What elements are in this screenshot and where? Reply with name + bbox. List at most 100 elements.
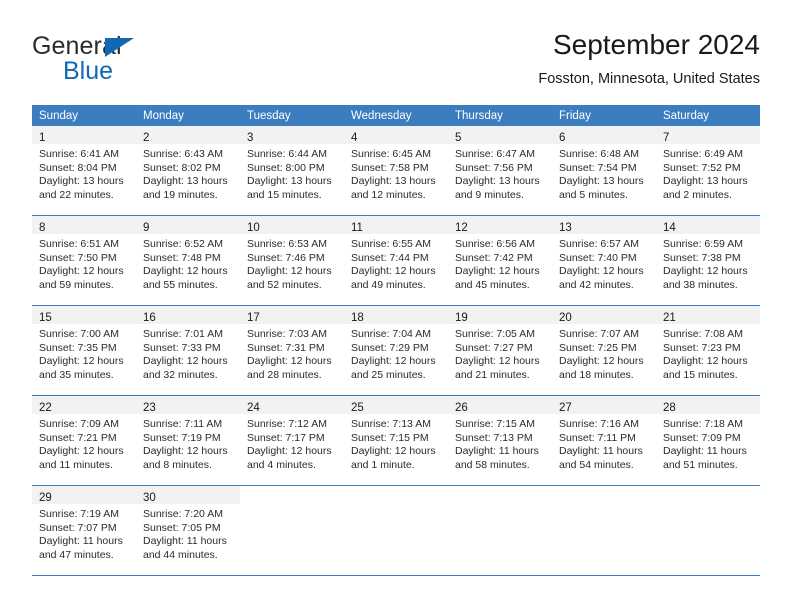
day-detail-lines: Sunrise: 7:00 AM Sunset: 7:35 PM Daylight:… xyxy=(32,324,136,382)
day-detail-lines: Sunrise: 7:12 AM Sunset: 7:17 PM Daylight:… xyxy=(240,414,344,472)
calendar-day-cell[interactable]: 29 Sunrise: 7:19 AM Sunset: 7:07 PM Dayligh… xyxy=(32,486,136,575)
sunrise-text: Sunrise: 7:03 AM xyxy=(247,328,327,340)
sunrise-text: Sunrise: 7:01 AM xyxy=(143,328,223,340)
weekday-header-monday: Monday xyxy=(143,110,184,122)
calendar-day-cell[interactable]: 23 Sunrise: 7:11 AM Sunset: 7:19 PM Dayligh… xyxy=(136,396,240,485)
day-detail-lines: Sunrise: 7:07 AM Sunset: 7:25 PM Daylight:… xyxy=(552,324,656,382)
sunset-text: Sunset: 7:44 PM xyxy=(351,251,429,264)
sunset-text: Sunset: 7:17 PM xyxy=(247,431,325,444)
sunrise-text: Sunrise: 6:45 AM xyxy=(351,148,431,160)
calendar-day-cell[interactable]: 17 Sunrise: 7:03 AM Sunset: 7:31 PM Dayligh… xyxy=(240,306,344,395)
day-number-strip: 2 xyxy=(136,126,240,144)
day-number: 1 xyxy=(39,132,46,144)
day-number: 2 xyxy=(143,132,150,144)
daylight-text-line2: and 55 minutes. xyxy=(143,278,218,291)
sunrise-text: Sunrise: 6:48 AM xyxy=(559,148,639,160)
day-detail-lines: Sunrise: 6:53 AM Sunset: 7:46 PM Daylight:… xyxy=(240,234,344,292)
sunrise-text: Sunrise: 7:13 AM xyxy=(351,418,431,430)
day-detail-lines: Sunrise: 7:15 AM Sunset: 7:13 PM Daylight:… xyxy=(448,414,552,472)
sunset-text: Sunset: 8:00 PM xyxy=(247,161,325,174)
sunrise-text: Sunrise: 7:18 AM xyxy=(663,418,743,430)
calendar-day-cell[interactable]: 2 Sunrise: 6:43 AM Sunset: 8:02 PM Daylight… xyxy=(136,126,240,215)
title-block: September 2024 Fosston, Minnesota, Unite… xyxy=(538,28,760,90)
daylight-text-line2: and 2 minutes. xyxy=(663,188,732,201)
day-number-strip: 11 xyxy=(344,216,448,234)
day-detail-lines: Sunrise: 7:18 AM Sunset: 7:09 PM Daylight:… xyxy=(656,414,760,472)
day-detail-lines: Sunrise: 6:57 AM Sunset: 7:40 PM Daylight:… xyxy=(552,234,656,292)
sunrise-text: Sunrise: 7:11 AM xyxy=(143,418,223,430)
calendar-day-cell[interactable]: 1 Sunrise: 6:41 AM Sunset: 8:04 PM Daylight… xyxy=(32,126,136,215)
calendar-day-cell[interactable]: 15 Sunrise: 7:00 AM Sunset: 7:35 PM Dayligh… xyxy=(32,306,136,395)
calendar-day-cell[interactable]: 30 Sunrise: 7:20 AM Sunset: 7:05 PM Dayligh… xyxy=(136,486,240,575)
sunrise-text: Sunrise: 7:19 AM xyxy=(39,508,119,520)
day-number: 26 xyxy=(455,402,468,414)
weekday-header-friday: Friday xyxy=(559,110,591,122)
daylight-text-line2: and 32 minutes. xyxy=(143,368,218,381)
daylight-text-line1: Daylight: 11 hours xyxy=(559,445,643,458)
daylight-text-line2: and 11 minutes. xyxy=(39,458,113,471)
calendar-day-cell[interactable]: 21 Sunrise: 7:08 AM Sunset: 7:23 PM Dayligh… xyxy=(656,306,760,395)
calendar-day-cell[interactable]: 19 Sunrise: 7:05 AM Sunset: 7:27 PM Dayligh… xyxy=(448,306,552,395)
day-number: 5 xyxy=(455,132,462,144)
calendar-day-cell[interactable]: 27 Sunrise: 7:16 AM Sunset: 7:11 PM Dayligh… xyxy=(552,396,656,485)
day-number-strip: 10 xyxy=(240,216,344,234)
daylight-text-line1: Daylight: 11 hours xyxy=(663,445,747,458)
calendar-day-cell[interactable]: 26 Sunrise: 7:15 AM Sunset: 7:13 PM Dayligh… xyxy=(448,396,552,485)
calendar-day-cell[interactable]: 28 Sunrise: 7:18 AM Sunset: 7:09 PM Dayligh… xyxy=(656,396,760,485)
calendar-day-cell[interactable]: 22 Sunrise: 7:09 AM Sunset: 7:21 PM Dayligh… xyxy=(32,396,136,485)
sunrise-text: Sunrise: 6:57 AM xyxy=(559,238,639,250)
day-number-strip: 18 xyxy=(344,306,448,324)
calendar-day-cell[interactable]: 11 Sunrise: 6:55 AM Sunset: 7:44 PM Dayligh… xyxy=(344,216,448,305)
day-detail-lines: Sunrise: 6:48 AM Sunset: 7:54 PM Daylight:… xyxy=(552,144,656,202)
sunset-text: Sunset: 7:11 PM xyxy=(559,431,636,444)
daylight-text-line1: Daylight: 12 hours xyxy=(559,355,644,368)
day-number-strip: 7 xyxy=(656,126,760,144)
day-number: 7 xyxy=(663,132,670,144)
calendar-week-row: 22 Sunrise: 7:09 AM Sunset: 7:21 PM Dayligh… xyxy=(32,395,760,485)
calendar-day-cell[interactable]: 13 Sunrise: 6:57 AM Sunset: 7:40 PM Dayligh… xyxy=(552,216,656,305)
daylight-text-line1: Daylight: 13 hours xyxy=(663,175,748,188)
calendar-day-cell[interactable]: 7 Sunrise: 6:49 AM Sunset: 7:52 PM Daylight… xyxy=(656,126,760,215)
calendar-day-cell[interactable]: 14 Sunrise: 6:59 AM Sunset: 7:38 PM Dayligh… xyxy=(656,216,760,305)
daylight-text-line2: and 18 minutes. xyxy=(559,368,634,381)
day-detail-lines: Sunrise: 6:44 AM Sunset: 8:00 PM Daylight:… xyxy=(240,144,344,202)
sunrise-text: Sunrise: 6:43 AM xyxy=(143,148,223,160)
calendar-day-cell[interactable]: 3 Sunrise: 6:44 AM Sunset: 8:00 PM Daylight… xyxy=(240,126,344,215)
calendar-day-cell[interactable]: 20 Sunrise: 7:07 AM Sunset: 7:25 PM Dayligh… xyxy=(552,306,656,395)
calendar-day-cell[interactable]: 4 Sunrise: 6:45 AM Sunset: 7:58 PM Daylight… xyxy=(344,126,448,215)
day-number-strip: 9 xyxy=(136,216,240,234)
sunset-text: Sunset: 7:40 PM xyxy=(559,251,637,264)
calendar-empty-cell xyxy=(344,486,448,575)
day-detail-lines: Sunrise: 6:45 AM Sunset: 7:58 PM Daylight:… xyxy=(344,144,448,202)
calendar-day-cell[interactable]: 18 Sunrise: 7:04 AM Sunset: 7:29 PM Dayligh… xyxy=(344,306,448,395)
day-detail-lines: Sunrise: 6:41 AM Sunset: 8:04 PM Daylight:… xyxy=(32,144,136,202)
day-number: 4 xyxy=(351,132,358,144)
daylight-text-line2: and 8 minutes. xyxy=(143,458,212,471)
weekday-header-wednesday: Wednesday xyxy=(351,110,412,122)
day-number: 9 xyxy=(143,222,150,234)
daylight-text-line1: Daylight: 13 hours xyxy=(39,175,124,188)
calendar-day-cell[interactable]: 25 Sunrise: 7:13 AM Sunset: 7:15 PM Dayligh… xyxy=(344,396,448,485)
day-number-strip: 1 xyxy=(32,126,136,144)
calendar-day-cell[interactable]: 8 Sunrise: 6:51 AM Sunset: 7:50 PM Daylight… xyxy=(32,216,136,305)
sunrise-text: Sunrise: 7:16 AM xyxy=(559,418,639,430)
day-number-strip: 25 xyxy=(344,396,448,414)
calendar-day-cell[interactable]: 24 Sunrise: 7:12 AM Sunset: 7:17 PM Dayligh… xyxy=(240,396,344,485)
sunrise-text: Sunrise: 7:04 AM xyxy=(351,328,431,340)
day-number: 18 xyxy=(351,312,364,324)
day-number: 21 xyxy=(663,312,676,324)
daylight-text-line1: Daylight: 12 hours xyxy=(663,355,748,368)
weekday-header-thursday: Thursday xyxy=(455,110,503,122)
calendar-day-cell[interactable]: 5 Sunrise: 6:47 AM Sunset: 7:56 PM Daylight… xyxy=(448,126,552,215)
calendar-day-cell[interactable]: 12 Sunrise: 6:56 AM Sunset: 7:42 PM Dayligh… xyxy=(448,216,552,305)
daylight-text-line2: and 15 minutes. xyxy=(663,368,738,381)
calendar-day-cell[interactable]: 9 Sunrise: 6:52 AM Sunset: 7:48 PM Daylight… xyxy=(136,216,240,305)
calendar-day-cell[interactable]: 10 Sunrise: 6:53 AM Sunset: 7:46 PM Dayligh… xyxy=(240,216,344,305)
daylight-text-line2: and 52 minutes. xyxy=(247,278,322,291)
sunset-text: Sunset: 7:33 PM xyxy=(143,341,221,354)
calendar-day-cell[interactable]: 6 Sunrise: 6:48 AM Sunset: 7:54 PM Daylight… xyxy=(552,126,656,215)
day-number-strip: 23 xyxy=(136,396,240,414)
calendar-day-cell[interactable]: 16 Sunrise: 7:01 AM Sunset: 7:33 PM Dayligh… xyxy=(136,306,240,395)
day-number-strip: 29 xyxy=(32,486,136,504)
day-number: 28 xyxy=(663,402,676,414)
